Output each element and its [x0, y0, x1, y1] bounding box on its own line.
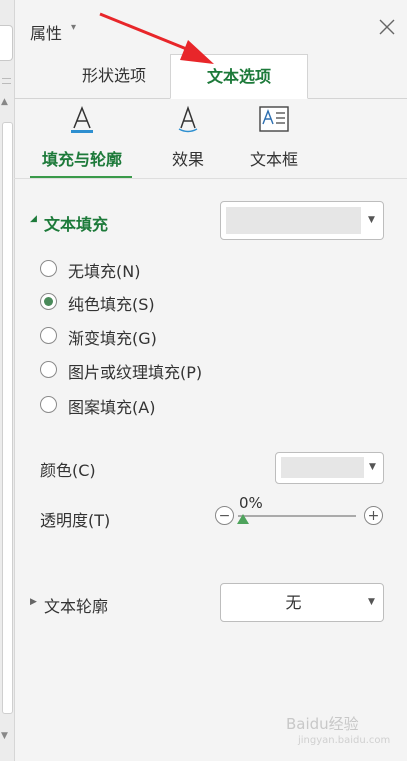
transparency-slider-track[interactable] — [238, 515, 356, 517]
title-dropdown-icon[interactable]: ▾ — [71, 22, 76, 33]
text-fill-icon — [71, 105, 93, 133]
section-text-outline-title[interactable]: 文本轮廓 — [44, 593, 108, 617]
collapsed-caret-icon[interactable]: ▶ — [30, 597, 37, 607]
transparency-label: 透明度(T) — [40, 511, 111, 530]
outline-dropdown[interactable]: 无 ▼ — [220, 583, 384, 622]
subtab-label: 文本框 — [249, 150, 298, 169]
radio-label: 无填充(N) — [68, 262, 141, 281]
outline-value: 无 — [285, 593, 302, 612]
radio-button[interactable] — [40, 361, 57, 378]
subtab-label: 效果 — [171, 150, 204, 169]
panel-title[interactable]: 属性 — [30, 20, 62, 44]
subtab-textbox[interactable]: 文本框 — [238, 104, 310, 170]
text-box-icon — [259, 106, 289, 132]
color-label: 颜色(C) — [40, 461, 96, 480]
subtab-effects[interactable]: 效果 — [158, 104, 218, 170]
transparency-slider-thumb[interactable] — [237, 514, 249, 524]
subtab-fill-outline[interactable]: 填充与轮廓 — [32, 104, 132, 170]
section-text-fill-title[interactable]: 文本填充 — [44, 211, 108, 235]
close-icon[interactable] — [377, 17, 397, 37]
scroll-down-arrow-icon[interactable]: ▼ — [1, 731, 8, 741]
watermark-logo: Baidu经验 — [286, 715, 359, 733]
radio-label: 纯色填充(S) — [68, 295, 155, 314]
chevron-down-icon: ▼ — [368, 597, 375, 607]
decrease-transparency-button[interactable]: − — [215, 506, 234, 525]
text-effect-icon — [178, 105, 198, 133]
watermark-url: jingyan.baidu.com — [298, 735, 391, 746]
radio-button[interactable] — [40, 327, 57, 344]
radio-button[interactable] — [40, 260, 57, 277]
subtab-label: 填充与轮廓 — [41, 150, 122, 169]
left-edge-lines — [2, 78, 11, 84]
color-swatch — [281, 457, 364, 478]
expand-caret-icon[interactable]: ◢ — [30, 214, 37, 224]
radio-label: 图案填充(A) — [68, 398, 156, 417]
fill-color-swatch — [226, 207, 361, 234]
fill-color-dropdown[interactable]: ▼ — [220, 201, 384, 240]
radio-label: 图片或纹理填充(P) — [68, 363, 203, 382]
scrollbar-thumb[interactable] — [2, 122, 13, 714]
radio-label: 渐变填充(G) — [68, 329, 157, 348]
divider — [14, 178, 407, 179]
chevron-down-icon: ▼ — [369, 462, 376, 472]
scroll-up-arrow-icon[interactable]: ▲ — [1, 97, 8, 107]
increase-transparency-button[interactable]: + — [364, 506, 383, 525]
radio-button[interactable] — [40, 293, 57, 310]
red-arrow-icon — [99, 12, 214, 64]
transparency-value: 0% — [239, 494, 263, 512]
left-edge-box — [0, 25, 13, 61]
chevron-down-icon: ▼ — [368, 215, 375, 225]
color-dropdown[interactable]: ▼ — [275, 452, 384, 484]
radio-button[interactable] — [40, 396, 57, 413]
